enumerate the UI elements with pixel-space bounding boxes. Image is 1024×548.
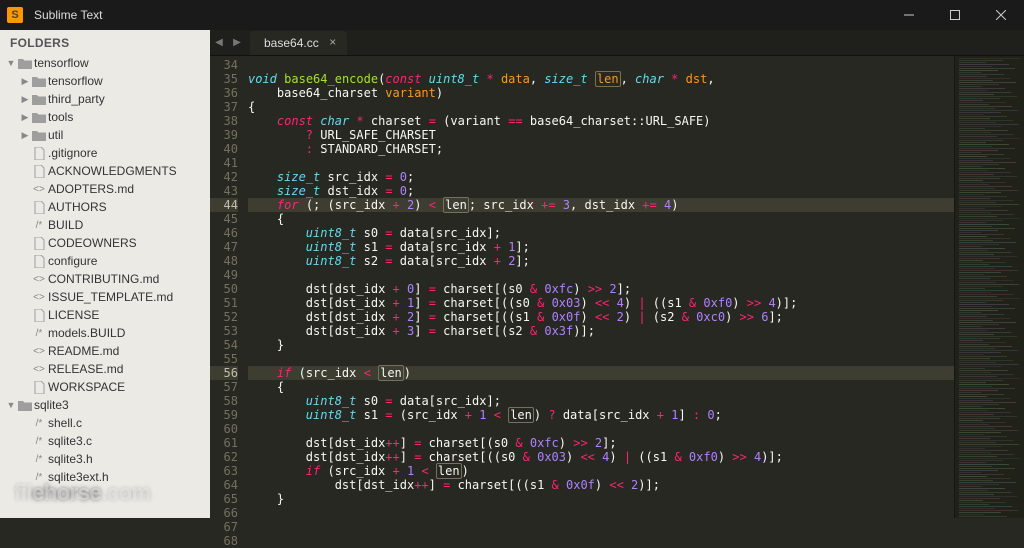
file-item[interactable]: /*sqlite3.h <box>0 450 210 468</box>
disclosure-triangle-icon[interactable]: ▶ <box>20 76 30 87</box>
code-icon: /* <box>30 418 48 429</box>
folder-icon <box>16 58 34 69</box>
tree-item-label: AUTHORS <box>48 200 107 214</box>
history-forward-button[interactable]: ▶ <box>228 29 246 55</box>
tree-item-label: RELEASE.md <box>48 362 123 376</box>
tree-item-label: WORKSPACE <box>48 380 125 394</box>
file-item[interactable]: /*sqlite3ext.h <box>0 468 210 486</box>
history-back-button[interactable]: ◀ <box>210 29 228 55</box>
tree-item-label: BUILD <box>48 218 83 232</box>
code-editor[interactable]: void base64_encode(const uint8_t * data,… <box>244 56 954 518</box>
tree-item-label: sqlite3 <box>34 398 69 412</box>
tree-item-label: configure <box>48 254 97 268</box>
file-item[interactable]: .gitignore <box>0 144 210 162</box>
md-icon: <> <box>30 346 48 357</box>
folder-icon <box>30 94 48 105</box>
tab-filename: base64.cc <box>264 36 319 50</box>
window-close-button[interactable] <box>978 0 1024 30</box>
file-item[interactable]: <>README.md <box>0 342 210 360</box>
file-icon <box>30 201 48 214</box>
code-icon: /* <box>30 220 48 231</box>
file-icon <box>30 309 48 322</box>
window-minimize-button[interactable] <box>886 0 932 30</box>
tree-item-label: tools <box>48 110 73 124</box>
folder-item[interactable]: ▶ tensorflow <box>0 72 210 90</box>
tree-item-label: tensorflow <box>48 74 103 88</box>
tree-item-label: tensorflow <box>34 56 89 70</box>
file-tab[interactable]: base64.cc × <box>250 31 347 55</box>
tree-item-label: LICENSE <box>48 308 99 322</box>
tree-item-label: models.BUILD <box>48 326 125 340</box>
md-icon: <> <box>30 292 48 303</box>
file-item[interactable]: /*models.BUILD <box>0 324 210 342</box>
disclosure-triangle-icon[interactable]: ▶ <box>20 130 30 141</box>
md-icon: <> <box>30 364 48 375</box>
folder-icon <box>30 112 48 123</box>
tree-item-label: CODEOWNERS <box>48 236 137 250</box>
file-icon <box>30 381 48 394</box>
tree-item-label: .gitignore <box>48 146 97 160</box>
folder-icon <box>16 400 34 411</box>
app-icon: S <box>0 0 30 30</box>
sidebar-header: FOLDERS <box>0 30 210 54</box>
tree-item-label: shell.c <box>48 416 82 430</box>
tree-item-label: README.md <box>48 344 119 358</box>
window-title: Sublime Text <box>30 8 102 22</box>
editor-area: ◀ ▶ base64.cc × 343536373839404142434445… <box>210 30 1024 518</box>
tree-item-label: ADOPTERS.md <box>48 182 134 196</box>
file-icon <box>30 255 48 268</box>
window-maximize-button[interactable] <box>932 0 978 30</box>
file-item[interactable]: WORKSPACE <box>0 378 210 396</box>
file-item[interactable]: CODEOWNERS <box>0 234 210 252</box>
file-item[interactable]: AUTHORS <box>0 198 210 216</box>
folder-icon <box>30 130 48 141</box>
file-item[interactable]: <>RELEASE.md <box>0 360 210 378</box>
file-item[interactable]: /*BUILD <box>0 216 210 234</box>
folder-sidebar: FOLDERS ▼ tensorflow ▶ tensorflow ▶ third_par… <box>0 30 210 518</box>
file-icon <box>30 147 48 160</box>
disclosure-triangle-icon[interactable]: ▶ <box>20 94 30 105</box>
code-icon: /* <box>30 454 48 465</box>
tab-close-icon[interactable]: × <box>327 36 339 48</box>
code-icon: /* <box>30 328 48 339</box>
folder-item[interactable]: ▶ util <box>0 126 210 144</box>
code-icon: /* <box>30 436 48 447</box>
file-icon <box>30 165 48 178</box>
folder-item[interactable]: ▶ tools <box>0 108 210 126</box>
tree-item-label: sqlite3.c <box>48 434 92 448</box>
code-icon: /* <box>30 472 48 483</box>
line-gutter[interactable]: 3435363738394041424344454647484950515253… <box>210 56 244 518</box>
tree-item-label: sqlite3.h <box>48 452 93 466</box>
window-titlebar: S Sublime Text <box>0 0 1024 30</box>
md-icon: <> <box>30 274 48 285</box>
file-item[interactable]: LICENSE <box>0 306 210 324</box>
tree-item-label: sqlite3ext.h <box>48 470 109 484</box>
folder-tree[interactable]: ▼ tensorflow ▶ tensorflow ▶ third_party ▶ tools… <box>0 54 210 518</box>
folder-icon <box>30 76 48 87</box>
tab-bar: ◀ ▶ base64.cc × <box>210 30 1024 56</box>
tree-item-label: ACKNOWLEDGMENTS <box>48 164 177 178</box>
tree-item-label: ISSUE_TEMPLATE.md <box>48 290 173 304</box>
md-icon: <> <box>30 184 48 195</box>
disclosure-triangle-icon[interactable]: ▼ <box>6 400 16 410</box>
file-item[interactable]: configure <box>0 252 210 270</box>
folder-item[interactable]: ▼ tensorflow <box>0 54 210 72</box>
tree-item-label: third_party <box>48 92 105 106</box>
file-item[interactable]: <>ADOPTERS.md <box>0 180 210 198</box>
file-item[interactable]: /*shell.c <box>0 414 210 432</box>
disclosure-triangle-icon[interactable]: ▼ <box>6 58 16 68</box>
tree-item-label: CONTRIBUTING.md <box>48 272 159 286</box>
file-icon <box>30 237 48 250</box>
folder-item[interactable]: ▼ sqlite3 <box>0 396 210 414</box>
tree-item-label: util <box>48 128 63 142</box>
file-item[interactable]: <>ISSUE_TEMPLATE.md <box>0 288 210 306</box>
file-item[interactable]: ACKNOWLEDGMENTS <box>0 162 210 180</box>
file-item[interactable]: /*sqlite3.c <box>0 432 210 450</box>
folder-item[interactable]: ▶ third_party <box>0 90 210 108</box>
file-item[interactable]: <>CONTRIBUTING.md <box>0 270 210 288</box>
minimap[interactable] <box>954 56 1024 518</box>
disclosure-triangle-icon[interactable]: ▶ <box>20 112 30 123</box>
